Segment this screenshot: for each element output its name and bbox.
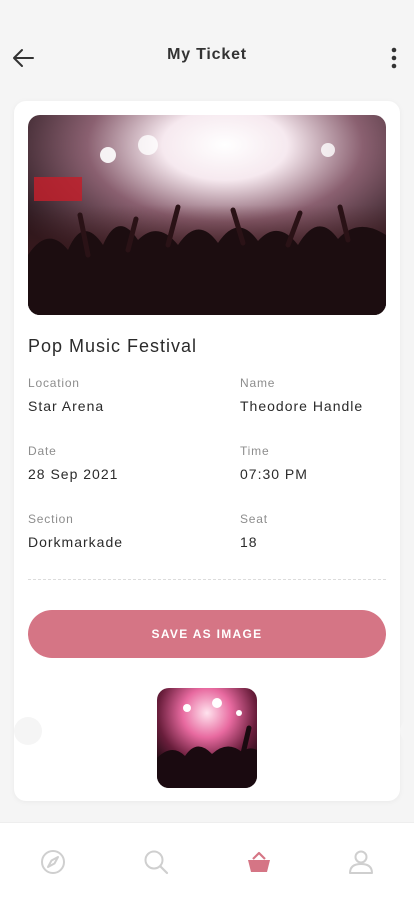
time-label: Time — [240, 444, 270, 458]
location-label: Location — [28, 376, 80, 390]
section-label: Section — [28, 512, 74, 526]
search-icon — [144, 850, 169, 875]
ticket-divider — [28, 579, 386, 580]
ticket-notch-left — [14, 717, 42, 745]
date-value: 28 Sep 2021 — [28, 466, 119, 482]
ticket-bag-icon — [248, 851, 270, 872]
tab-explore[interactable] — [38, 847, 68, 877]
event-title: Pop Music Festival — [28, 336, 198, 356]
compass-icon — [41, 850, 65, 874]
bottom-tab-bar — [0, 822, 414, 897]
event-image — [28, 115, 386, 315]
ticket-notch-right — [400, 717, 414, 745]
name-label: Name — [240, 376, 276, 390]
more-vertical-icon — [391, 47, 397, 69]
user-icon — [349, 850, 373, 874]
tab-search[interactable] — [141, 847, 171, 877]
header: My Ticket — [0, 0, 414, 100]
location-value: Star Arena — [28, 398, 105, 414]
save-as-image-button[interactable]: SAVE AS IMAGE — [28, 610, 386, 658]
tab-profile[interactable] — [346, 847, 376, 877]
seat-label: Seat — [240, 512, 268, 526]
date-label: Date — [28, 444, 57, 458]
time-value: 07:30 PM — [240, 466, 308, 482]
ticket-thumbnail[interactable] — [157, 688, 257, 788]
section-value: Dorkmarkade — [28, 534, 124, 550]
seat-value: 18 — [240, 534, 258, 550]
more-options-button[interactable] — [380, 44, 408, 72]
name-value: Theodore Handle — [240, 398, 364, 414]
page-title: My Ticket — [167, 46, 247, 63]
tab-tickets[interactable] — [244, 847, 274, 877]
